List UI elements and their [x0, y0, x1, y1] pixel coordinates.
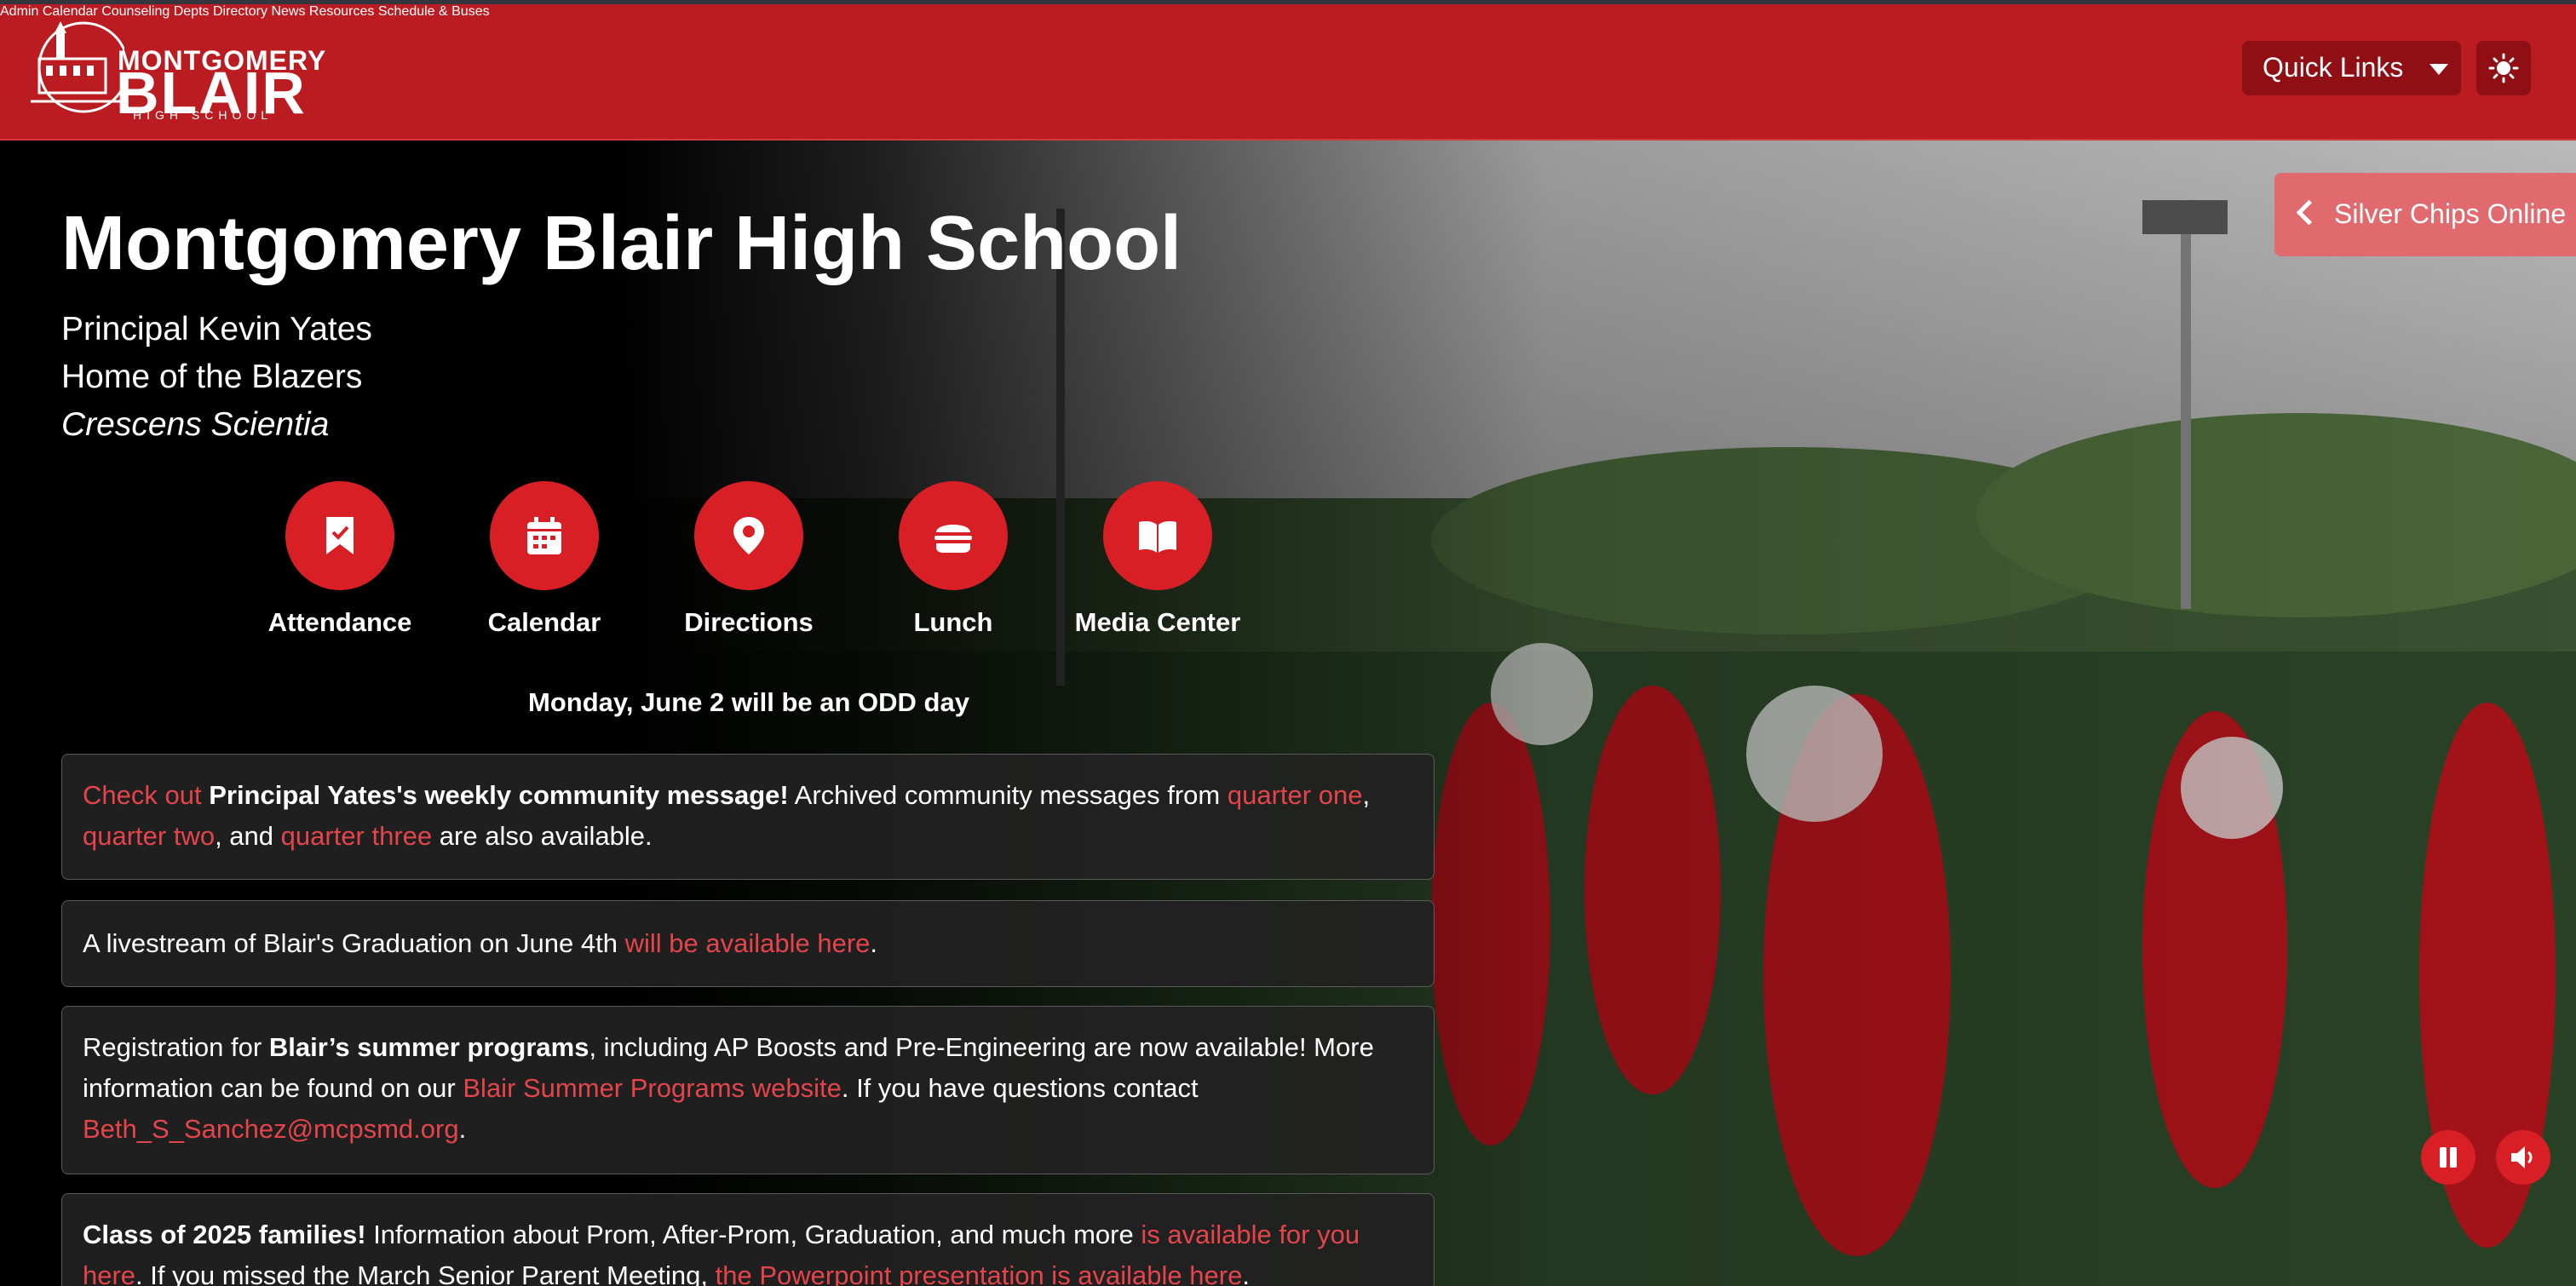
media-center-circle [1103, 481, 1212, 590]
quarter-three-link[interactable]: quarter three [281, 821, 433, 851]
theme-toggle-button[interactable] [2476, 41, 2531, 95]
caret-down-icon [2429, 64, 2448, 75]
comma-text: , [1362, 780, 1371, 810]
principal-text: Principal Kevin Yates [61, 311, 372, 347]
page-title: Montgomery Blair High School [61, 201, 1182, 286]
quick-links-label: Quick Links [2263, 52, 2404, 83]
summer-programs-link[interactable]: Blair Summer Programs website [463, 1073, 841, 1103]
logo-line-3: HIGH SCHOOL [133, 108, 273, 122]
bookmark-check-icon [326, 517, 354, 554]
quick-links-dropdown[interactable]: Quick Links [2242, 41, 2461, 95]
map-pin-icon [733, 517, 764, 554]
nav-schedule-buses[interactable]: Schedule & Buses [378, 4, 490, 19]
calendar-icon [527, 517, 561, 554]
announcement-summer-programs: Registration for Blair’s summer programs… [61, 1006, 1435, 1174]
chevron-left-icon [2296, 199, 2322, 226]
calendar-button[interactable]: Calendar [459, 481, 630, 638]
book-icon [1139, 521, 1176, 553]
building-icon [31, 21, 124, 113]
powerpoint-link[interactable]: the Powerpoint presentation is available… [716, 1260, 1243, 1286]
and-text: , and [215, 821, 274, 851]
class-2025-text-1: Information about Prom, After-Prom, Grad… [373, 1220, 1134, 1249]
calendar-label: Calendar [487, 607, 601, 637]
announcement-end: are also available. [439, 821, 653, 851]
silver-chips-tab[interactable]: Silver Chips Online [2274, 173, 2576, 256]
lunch-label: Lunch [913, 607, 993, 637]
summer-text-1: Registration for [83, 1032, 262, 1062]
directions-label: Directions [684, 607, 814, 637]
school-logo[interactable]: MONTGOMERY BLAIR HIGH SCHOOL [31, 16, 325, 126]
announcement-text: Archived community messages from [794, 780, 1221, 810]
odd-day-notice: Monday, June 2 will be an ODD day [528, 687, 969, 717]
silver-chips-label: Silver Chips Online [2334, 198, 2567, 229]
summer-text-3: . If you have questions contact [841, 1073, 1199, 1103]
site-header: MONTGOMERY BLAIR HIGH SCHOOL Admin Calen… [0, 4, 2576, 141]
directions-circle [694, 481, 803, 590]
announcement-bold: Principal Yates's weekly community messa… [209, 780, 789, 810]
quarter-one-link[interactable]: quarter one [1228, 780, 1363, 810]
nav-resources[interactable]: Resources [309, 4, 374, 19]
pause-video-button[interactable] [2421, 1130, 2475, 1185]
home-of-text: Home of the Blazers [61, 359, 363, 395]
summer-bold: Blair’s summer programs [268, 1032, 589, 1062]
lunch-circle [899, 481, 1008, 590]
directions-button[interactable]: Directions [664, 481, 834, 638]
summer-end: . [458, 1114, 467, 1144]
class-2025-bold: Class of 2025 families! [83, 1220, 366, 1249]
mute-video-button[interactable] [2496, 1130, 2550, 1185]
hero-section: Montgomery Blair High School Principal K… [0, 141, 2576, 1286]
class-2025-text-2: . If you missed the March Senior Parent … [135, 1260, 709, 1286]
volume-icon [2511, 1146, 2533, 1168]
burger-icon [934, 525, 972, 553]
announcement-community-message: Check out Principal Yates's weekly commu… [61, 754, 1435, 880]
sun-icon [2488, 53, 2519, 83]
media-center-label: Media Center [1074, 607, 1241, 637]
attendance-label: Attendance [267, 607, 412, 637]
media-center-button[interactable]: Media Center [1072, 481, 1243, 638]
class-2025-end: . [1242, 1260, 1250, 1286]
calendar-circle [490, 481, 599, 590]
attendance-circle [285, 481, 394, 590]
livestream-end: . [870, 928, 878, 958]
quarter-two-link[interactable]: quarter two [83, 821, 215, 851]
school-motto: Crescens Scientia [61, 406, 330, 443]
email-link[interactable]: Beth_S_Sanchez@mcpsmd.org [83, 1114, 459, 1144]
livestream-link[interactable]: will be available here [625, 928, 871, 958]
announcement-livestream: A livestream of Blair's Graduation on Ju… [61, 900, 1435, 987]
lunch-button[interactable]: Lunch [868, 481, 1038, 638]
livestream-text: A livestream of Blair's Graduation on Ju… [83, 928, 618, 958]
check-out-link[interactable]: Check out [83, 780, 202, 810]
pause-icon [2440, 1147, 2457, 1168]
attendance-button[interactable]: Attendance [255, 481, 425, 638]
announcement-class-2025: Class of 2025 families! Information abou… [61, 1193, 1435, 1286]
